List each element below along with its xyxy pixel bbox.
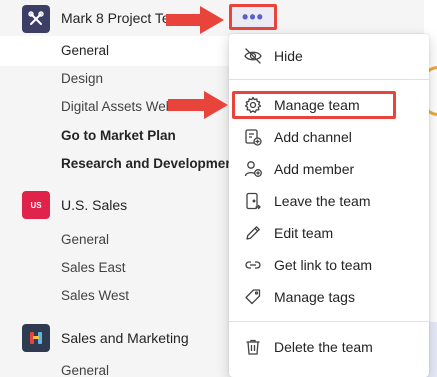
- team-avatar: US: [22, 191, 50, 219]
- team-header-us-sales[interactable]: US U.S. Sales: [0, 187, 240, 223]
- channel-sales-east[interactable]: Sales East: [61, 260, 126, 275]
- tools-icon: [28, 11, 44, 27]
- tag-icon: [243, 287, 263, 307]
- link-icon: [243, 255, 263, 275]
- team-name: Sales and Marketing: [61, 330, 189, 346]
- team-options-menu: Hide Manage team Add channel Add member …: [229, 34, 429, 377]
- menu-item-get-link-to-team[interactable]: Get link to team: [229, 250, 429, 280]
- menu-item-label: Get link to team: [274, 257, 373, 273]
- menu-item-hide[interactable]: Hide: [229, 41, 429, 71]
- callout-arrow-icon: [164, 3, 226, 37]
- menu-item-label: Delete the team: [274, 339, 373, 355]
- menu-item-label: Hide: [274, 48, 303, 64]
- add-channel-icon: [243, 127, 263, 147]
- pencil-icon: [243, 223, 263, 243]
- people-icon: [27, 329, 45, 347]
- add-member-icon: [243, 159, 263, 179]
- channel-research-and-development[interactable]: Research and Development: [61, 156, 231, 171]
- callout-arrow-icon: [166, 88, 230, 122]
- manage-team-callout-box: [232, 91, 396, 119]
- channel-design[interactable]: Design: [61, 71, 103, 86]
- menu-item-label: Manage tags: [274, 289, 355, 305]
- channel-general[interactable]: General: [61, 43, 109, 58]
- channel-go-to-market-plan[interactable]: Go to Market Plan: [61, 128, 176, 143]
- team-avatar: [22, 5, 50, 33]
- menu-item-delete-the-team[interactable]: Delete the team: [229, 332, 429, 362]
- team-avatar: [22, 324, 50, 352]
- menu-item-label: Leave the team: [274, 193, 371, 209]
- trash-icon: [243, 337, 263, 357]
- team-avatar-initials: US: [30, 200, 42, 210]
- leave-team-icon: [243, 191, 263, 211]
- menu-item-edit-team[interactable]: Edit team: [229, 218, 429, 248]
- menu-item-leave-the-team[interactable]: Leave the team: [229, 186, 429, 216]
- channel-general[interactable]: General: [61, 363, 109, 377]
- menu-item-label: Edit team: [274, 225, 334, 241]
- menu-item-label: Add channel: [274, 129, 352, 145]
- more-options-button[interactable]: •••: [229, 4, 277, 30]
- team-name: U.S. Sales: [61, 197, 128, 213]
- menu-divider: [229, 79, 429, 80]
- hide-icon: [243, 46, 263, 66]
- menu-item-add-channel[interactable]: Add channel: [229, 122, 429, 152]
- more-options-icon: •••: [242, 7, 264, 27]
- menu-item-add-member[interactable]: Add member: [229, 154, 429, 184]
- channel-general[interactable]: General: [61, 232, 109, 247]
- active-channel-highlight: [0, 36, 240, 66]
- menu-divider: [229, 321, 429, 322]
- menu-item-manage-tags[interactable]: Manage tags: [229, 282, 429, 312]
- menu-item-label: Add member: [274, 161, 355, 177]
- team-header-sales-and-marketing[interactable]: Sales and Marketing: [0, 320, 240, 356]
- channel-sales-west[interactable]: Sales West: [61, 288, 129, 303]
